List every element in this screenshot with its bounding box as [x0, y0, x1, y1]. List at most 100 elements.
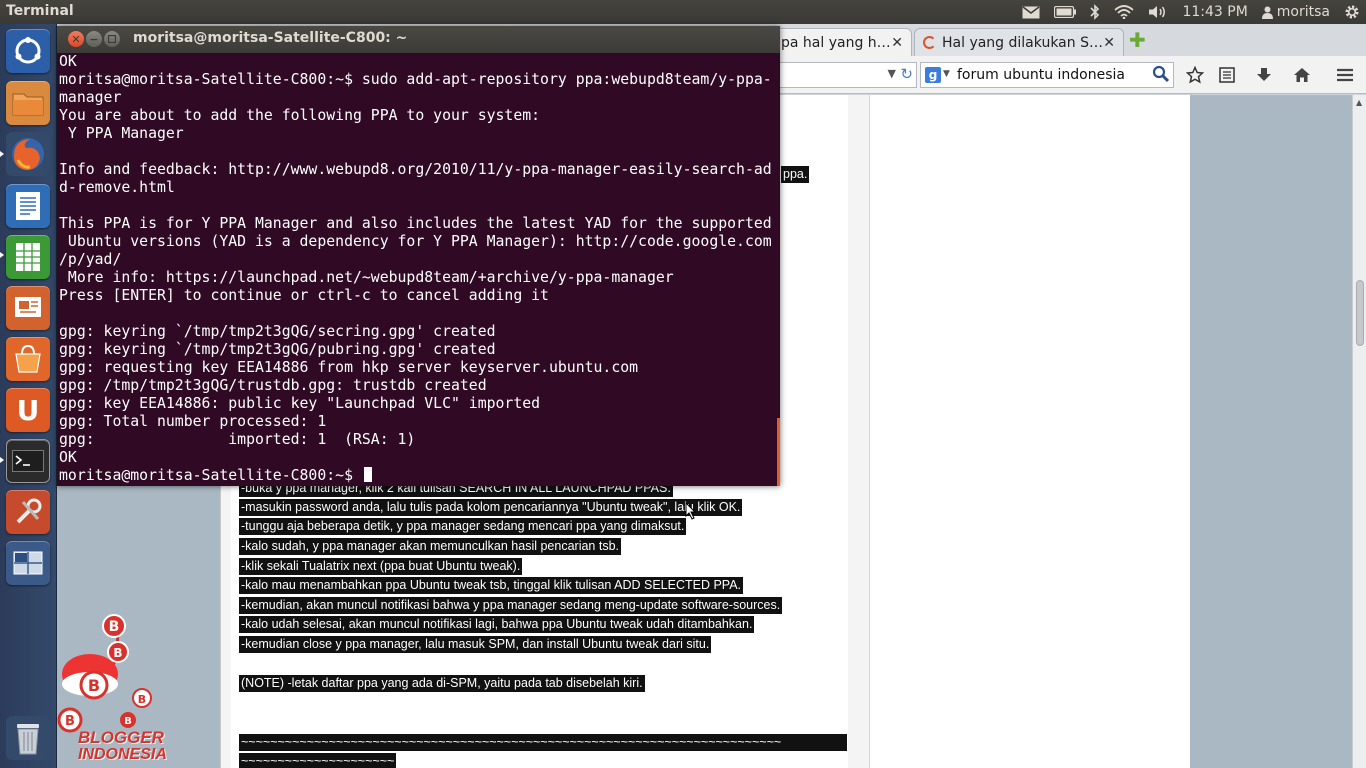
ubuntu-one-icon[interactable]: U	[6, 388, 50, 432]
wifi-icon[interactable]	[1114, 5, 1135, 19]
terminal-line: /p/yad/	[59, 251, 122, 268]
new-tab-button[interactable]: ✚	[1129, 30, 1153, 50]
reload-icon[interactable]: ↻	[900, 65, 913, 83]
mail-icon[interactable]	[1022, 5, 1040, 19]
terminal-icon[interactable]	[6, 439, 50, 483]
svg-text:B: B	[88, 676, 100, 695]
post-text-line: -masukin password anda, lalu tulis pada …	[239, 499, 743, 516]
post-text-line: -kemudian, akan muncul notifikasi bahwa …	[239, 597, 783, 614]
terminal-line: OK	[59, 449, 77, 466]
bluetooth-icon[interactable]	[1090, 4, 1100, 20]
chevron-down-icon[interactable]: ▼	[888, 67, 896, 80]
maximize-icon[interactable]	[104, 31, 120, 47]
top-panel: Terminal 11:43 PM moritsa	[0, 0, 1366, 24]
terminal-title: moritsa@moritsa-Satellite-C800: ~	[133, 30, 408, 46]
terminal-window[interactable]: ✕ − moritsa@moritsa-Satellite-C800: ~ OK…	[57, 26, 780, 486]
post-text-line: -kalo sudah, y ppa manager akan memuncul…	[239, 538, 621, 555]
logo-text-blogger: BLOGGER	[78, 728, 164, 747]
gear-icon[interactable]	[1344, 4, 1360, 20]
post-text-line: -kemudian close y ppa manager, lalu masu…	[239, 636, 712, 653]
loading-icon	[923, 36, 936, 49]
terminal-line: gpg: Total number processed: 1	[59, 413, 327, 430]
system-settings-icon[interactable]	[6, 490, 50, 534]
terminal-line: Y PPA Manager	[59, 125, 184, 142]
running-indicator	[0, 151, 4, 157]
mouse-cursor-icon	[685, 502, 697, 520]
close-icon[interactable]: ✕	[1103, 35, 1115, 51]
menu-icon[interactable]	[1334, 65, 1356, 85]
terminal-line: Press [ENTER] to continue or ctrl-c to c…	[59, 287, 549, 304]
scrollbar-thumb[interactable]	[1356, 280, 1364, 346]
terminal-line: gpg: requesting key EEA14886 from hkp se…	[59, 359, 639, 376]
unity-launcher: U	[0, 24, 57, 768]
terminal-lines: OK moritsa@moritsa-Satellite-C800:~$ sudo…	[59, 53, 778, 467]
running-indicator	[0, 457, 4, 463]
tab-title: Hal yang dilakukan S…	[942, 34, 1103, 51]
libreoffice-calc-icon[interactable]	[6, 235, 50, 279]
post-text-line: ppa.	[781, 166, 810, 183]
running-indicator	[0, 252, 4, 258]
terminal-scrollbar[interactable]	[777, 418, 780, 486]
terminal-line: You are about to add the following PPA t…	[59, 107, 541, 124]
minimize-icon[interactable]: −	[86, 31, 102, 47]
bookmark-star-icon[interactable]	[1184, 65, 1206, 85]
software-center-icon[interactable]	[6, 337, 50, 381]
trash-icon[interactable]	[6, 716, 50, 760]
libreoffice-impress-icon[interactable]	[6, 286, 50, 330]
volume-icon[interactable]	[1148, 5, 1168, 19]
terminal-line: manager	[59, 89, 122, 106]
google-icon[interactable]: g	[925, 67, 941, 83]
text-cursor	[363, 467, 372, 482]
terminal-titlebar[interactable]: ✕ − moritsa@moritsa-Satellite-C800: ~	[57, 26, 780, 53]
tab-hal-yang[interactable]: Hal yang dilakukan S… ✕	[914, 28, 1124, 56]
home-icon[interactable]	[1291, 65, 1313, 85]
terminal-output[interactable]: OK moritsa@moritsa-Satellite-C800:~$ sudo…	[59, 53, 778, 486]
firefox-icon[interactable]	[6, 132, 50, 176]
terminal-line: d-remove.html	[59, 179, 175, 196]
svg-text:B: B	[65, 714, 75, 729]
terminal-prompt-line[interactable]: moritsa@moritsa-Satellite-C800:~$	[59, 467, 778, 485]
post-text-line: -kalo udah selesai, akan muncul notifika…	[239, 616, 755, 633]
clock[interactable]: 11:43 PM	[1182, 4, 1247, 20]
close-icon[interactable]: ✕	[891, 35, 903, 51]
terminal-line: Info and feedback: http://www.webupd8.or…	[59, 161, 772, 178]
tab-ppa[interactable]: pa hal yang h… ✕	[772, 28, 912, 56]
terminal-line: gpg: keyring `/tmp/tmp2t3gQG/secring.gpg…	[59, 323, 496, 340]
chevron-down-icon[interactable]: ▼	[943, 69, 950, 79]
terminal-line: moritsa@moritsa-Satellite-C800:~$ sudo a…	[59, 71, 772, 88]
ubuntu-dash-icon[interactable]	[6, 29, 50, 73]
terminal-line: OK	[59, 53, 77, 70]
terminal-line: This PPA is for Y PPA Manager and also i…	[59, 215, 772, 232]
workspace-switcher-icon[interactable]	[6, 541, 50, 585]
active-app-title: Terminal	[6, 3, 74, 19]
svg-text:B: B	[138, 693, 146, 706]
terminal-line: gpg: imported: 1 (RSA: 1)	[59, 431, 416, 448]
svg-text:B: B	[124, 716, 132, 727]
blog-sidebar	[869, 95, 1190, 768]
download-icon[interactable]	[1253, 65, 1275, 85]
search-bar[interactable]: g ▼ forum ubuntu indonesia	[920, 62, 1174, 88]
search-input[interactable]: forum ubuntu indonesia	[957, 67, 1125, 83]
user-name: moritsa	[1276, 4, 1330, 20]
post-text-line: -tunggu aja beberapa detik, y ppa manage…	[239, 518, 687, 535]
files-icon[interactable]	[6, 81, 50, 125]
search-icon[interactable]	[1152, 65, 1170, 87]
blogger-indonesia-logo: B B B B B B BLOGGER INDONESIA	[56, 612, 167, 768]
bookmarks-list-icon[interactable]	[1216, 65, 1238, 85]
close-icon[interactable]: ✕	[68, 31, 84, 47]
user-menu[interactable]: moritsa	[1261, 4, 1330, 20]
post-text-line: ~~~~~~~~~~~~~~~~~~~~~	[239, 753, 397, 768]
libreoffice-writer-icon[interactable]	[6, 184, 50, 228]
scroll-up-icon[interactable]: ▲	[1356, 98, 1362, 107]
tab-title: pa hal yang h…	[781, 34, 891, 51]
url-bar[interactable]: ▼ ↻	[757, 62, 917, 88]
post-text-line: ~~~~~~~~~~~~~~~~~~~~~~~~~~~~~~~~~~~~~~~~…	[239, 734, 847, 751]
battery-icon[interactable]	[1054, 6, 1077, 18]
logo-text-indonesia: INDONESIA	[78, 746, 167, 763]
user-icon	[1261, 6, 1273, 19]
page-scrollbar[interactable]: ▲	[1352, 95, 1366, 768]
post-text-line: (NOTE) -letak daftar ppa yang ada di-SPM…	[239, 675, 645, 692]
